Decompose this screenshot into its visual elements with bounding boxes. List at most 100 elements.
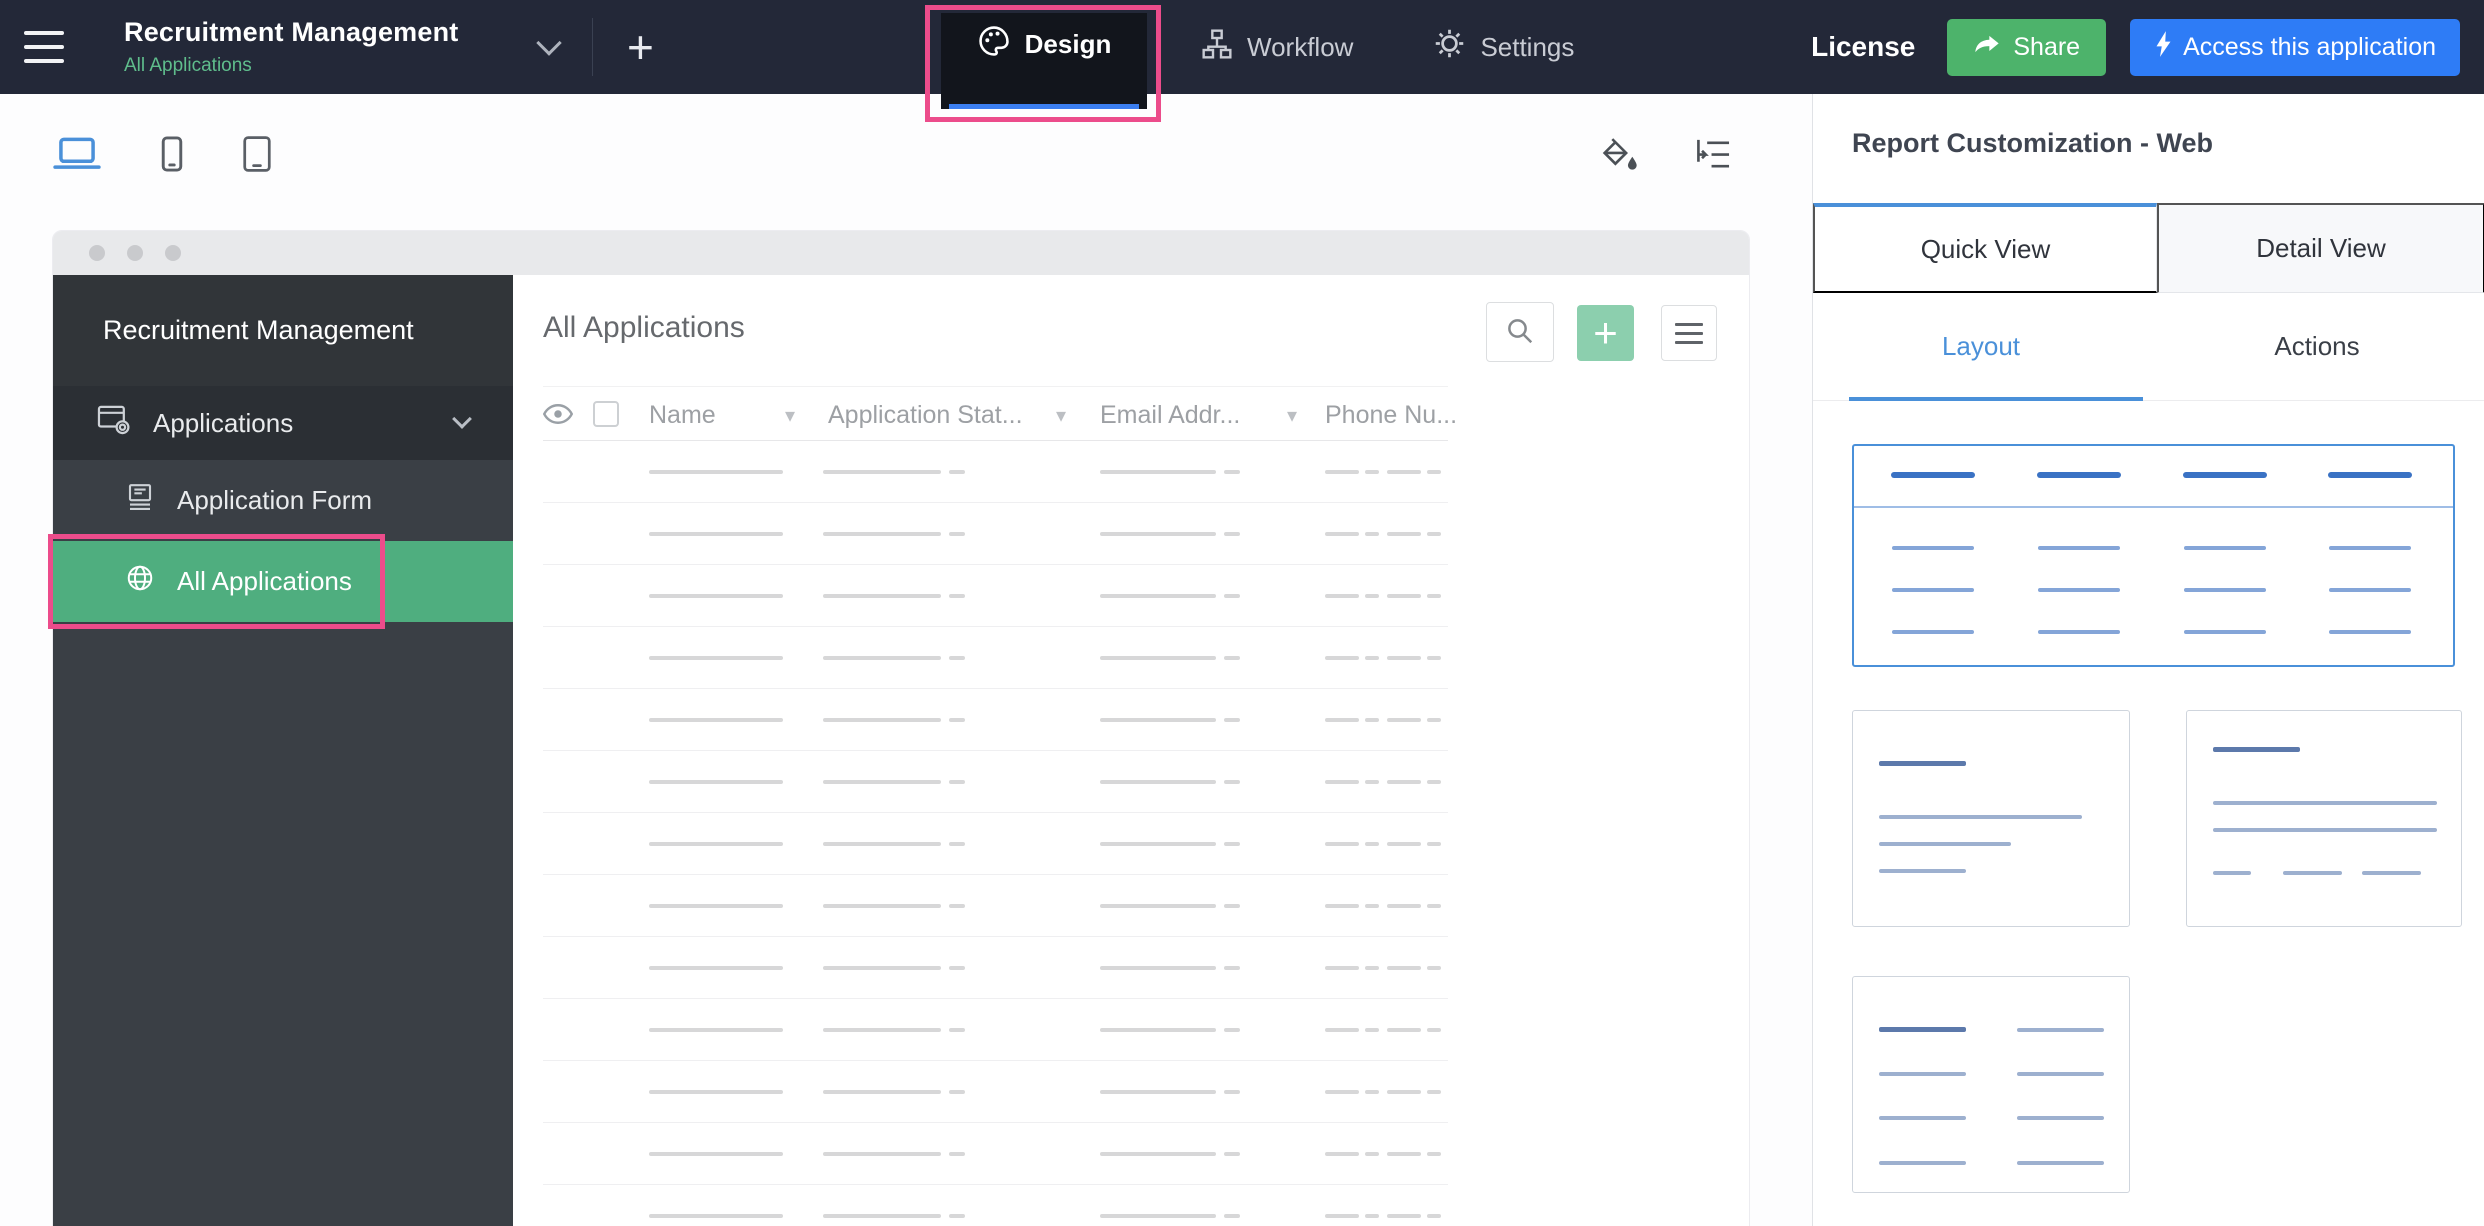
table-row[interactable]	[543, 751, 1448, 813]
table-row[interactable]	[543, 627, 1448, 689]
column-header-phone[interactable]: Phone Nu...	[1325, 401, 1457, 430]
workflow-sitemap-icon	[1201, 28, 1233, 67]
skeleton-line	[1325, 780, 1359, 784]
eye-icon[interactable]	[542, 403, 574, 427]
skeleton-line	[1427, 470, 1441, 474]
skeleton-line	[649, 780, 783, 784]
skeleton-line	[1365, 1152, 1379, 1156]
preview-line	[1879, 1072, 1966, 1076]
preview-line	[1879, 869, 1966, 873]
skeleton-line	[823, 904, 941, 908]
sort-caret-icon[interactable]: ▾	[1287, 403, 1297, 428]
skeleton-line	[1387, 904, 1421, 908]
tab-quick-view[interactable]: Quick View	[1813, 203, 2157, 293]
skeleton-line	[649, 594, 783, 598]
layout-structure-icon[interactable]	[1694, 137, 1732, 175]
skeleton-line	[1427, 1214, 1441, 1218]
skeleton-line	[649, 1152, 783, 1156]
skeleton-line	[1325, 718, 1359, 722]
subtab-actions[interactable]: Actions	[2149, 293, 2484, 400]
skeleton-line	[1427, 718, 1441, 722]
sidebar-item-application-form[interactable]: Application Form	[53, 460, 513, 541]
table-row[interactable]	[543, 1123, 1448, 1185]
access-application-button[interactable]: Access this application	[2130, 18, 2460, 76]
table-row[interactable]	[543, 937, 1448, 999]
active-tab-indicator	[949, 104, 1139, 109]
sort-caret-icon[interactable]: ▾	[1056, 403, 1066, 428]
column-header-email[interactable]: Email Addr...	[1100, 401, 1240, 430]
preview-line	[1879, 1161, 1966, 1165]
column-header-application-status[interactable]: Application Stat...	[828, 401, 1023, 430]
table-row[interactable]	[543, 441, 1448, 503]
select-all-checkbox[interactable]	[593, 401, 619, 427]
table-row[interactable]	[543, 503, 1448, 565]
skeleton-line	[1224, 532, 1240, 536]
divider	[592, 18, 593, 76]
table-row[interactable]	[543, 999, 1448, 1061]
skeleton-line	[1100, 1028, 1216, 1032]
skeleton-line	[949, 1028, 965, 1032]
table-row[interactable]	[543, 565, 1448, 627]
form-icon	[125, 482, 155, 519]
laptop-icon[interactable]	[52, 135, 102, 173]
skeleton-line	[1365, 842, 1379, 846]
skeleton-line	[1100, 594, 1216, 598]
theme-paint-icon[interactable]	[1600, 136, 1640, 176]
layout-option-table[interactable]	[1852, 444, 2455, 667]
tab-detail-view[interactable]: Detail View	[2157, 203, 2484, 293]
skeleton-line	[649, 656, 783, 660]
skeleton-line	[1224, 594, 1240, 598]
preview-line	[2038, 630, 2120, 634]
table-row[interactable]	[543, 689, 1448, 751]
skeleton-line	[1365, 470, 1379, 474]
skeleton-line	[823, 780, 941, 784]
table-row[interactable]	[543, 875, 1448, 937]
add-record-button[interactable]: +	[1577, 305, 1634, 361]
column-header-name[interactable]: Name	[649, 401, 716, 430]
layout-option-card-list[interactable]	[1852, 710, 2130, 927]
skeleton-line	[823, 1090, 941, 1094]
table-row[interactable]	[543, 1185, 1448, 1226]
table-row[interactable]	[543, 1061, 1448, 1123]
share-button[interactable]: Share	[1947, 18, 2107, 76]
skeleton-line	[1387, 1090, 1421, 1094]
phone-icon[interactable]	[160, 135, 184, 173]
sort-caret-icon[interactable]: ▾	[785, 403, 795, 428]
tab-workflow[interactable]: Workflow	[1201, 28, 1353, 67]
menu-lines-icon[interactable]	[1661, 305, 1717, 361]
preview-line	[1879, 842, 2011, 846]
skeleton-line	[1365, 1214, 1379, 1218]
skeleton-line	[1387, 1028, 1421, 1032]
tablet-icon[interactable]	[242, 134, 272, 174]
subtab-layout[interactable]: Layout	[1813, 293, 2149, 401]
sidebar-item-applications[interactable]: Applications	[53, 386, 513, 460]
skeleton-line	[1325, 904, 1359, 908]
app-title: Recruitment Management	[124, 17, 459, 47]
skeleton-line	[1100, 656, 1216, 660]
skeleton-line	[1365, 1028, 1379, 1032]
report-view: All Applications + Name ▾ Application St…	[513, 275, 1749, 1226]
layout-option-detail-card[interactable]	[2186, 710, 2462, 927]
sidebar-item-all-applications[interactable]: All Applications	[53, 541, 513, 622]
preview-line	[2213, 871, 2251, 875]
window-dot	[89, 245, 105, 261]
skeleton-line	[1387, 842, 1421, 846]
table-row[interactable]	[543, 813, 1448, 875]
new-component-button[interactable]: +	[621, 24, 660, 70]
globe-icon	[125, 563, 155, 600]
skeleton-line	[1325, 594, 1359, 598]
skeleton-line	[1100, 966, 1216, 970]
skeleton-line	[1427, 1152, 1441, 1156]
skeleton-line	[949, 470, 965, 474]
tab-settings[interactable]: Settings	[1433, 27, 1574, 67]
skeleton-line	[1427, 780, 1441, 784]
chevron-down-icon[interactable]	[536, 30, 562, 56]
preview-line	[2017, 1028, 2104, 1032]
preview-line	[2213, 801, 2437, 805]
license-menu[interactable]: License	[1811, 31, 1915, 63]
preview-line	[1879, 1027, 1966, 1032]
layout-option-two-column[interactable]	[1852, 976, 2130, 1193]
menu-icon[interactable]	[22, 27, 68, 67]
search-button[interactable]	[1486, 302, 1554, 362]
tab-design[interactable]: Design	[941, 13, 1147, 109]
